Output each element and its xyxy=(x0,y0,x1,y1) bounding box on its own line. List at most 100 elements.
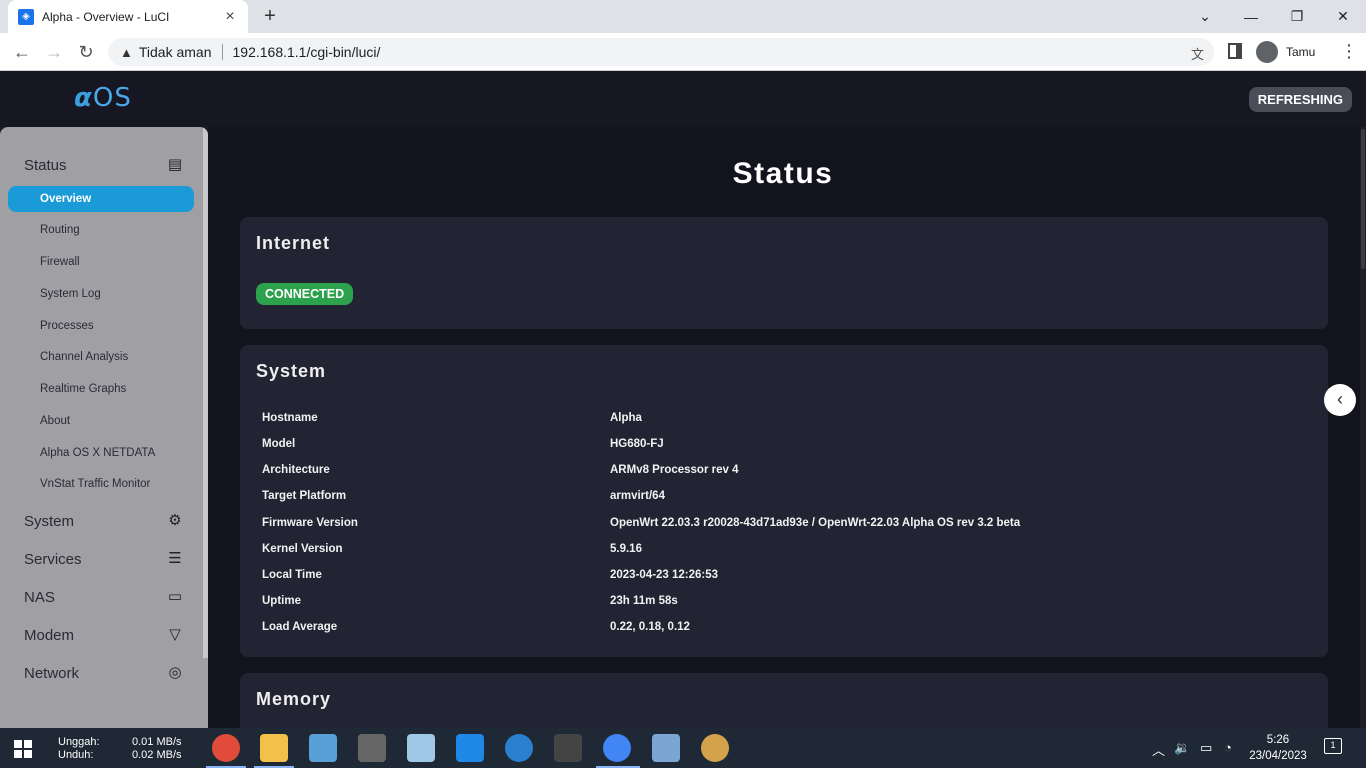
luci-favicon-icon: ◈ xyxy=(18,8,34,25)
browser-app-icon[interactable] xyxy=(505,734,533,762)
back-icon[interactable]: ← xyxy=(10,40,34,64)
wifi-icon[interactable]: ◔ xyxy=(1224,740,1232,755)
scroll-thumb[interactable] xyxy=(1361,129,1365,269)
minimize-button[interactable]: — xyxy=(1228,0,1274,33)
row-key: Target Platform xyxy=(262,490,347,502)
memory-heading: Memory xyxy=(256,689,332,709)
profile-button[interactable]: Tamu xyxy=(1256,41,1315,63)
section-label: Network xyxy=(24,664,80,682)
row-value: HG680-FJ xyxy=(610,438,664,450)
section-label: NAS xyxy=(24,588,55,606)
filter-icon: ▽ xyxy=(169,626,181,643)
sidebar-item-vnstat[interactable]: VnStat Traffic Monitor xyxy=(40,478,150,490)
address-bar[interactable]: ▲ Tidak aman 192.168.1.1/cgi-bin/luci/ 文 xyxy=(108,38,1214,66)
sidebar-item-about[interactable]: About xyxy=(40,415,70,427)
chip-app-icon[interactable] xyxy=(358,734,386,762)
sidebar-section-system[interactable]: System ⚙ xyxy=(24,509,184,533)
close-tab-icon[interactable]: × xyxy=(222,8,238,26)
security-label[interactable]: Tidak aman xyxy=(139,44,212,60)
chrome-icon[interactable] xyxy=(603,734,631,762)
logo-alpha: α xyxy=(74,83,93,113)
clock-date: 23/04/2023 xyxy=(1249,750,1307,762)
sidebar-item-processes[interactable]: Processes xyxy=(40,320,94,332)
section-label: Modem xyxy=(24,626,75,644)
sidebar-section-modem[interactable]: Modem ▽ xyxy=(24,623,184,647)
row-key: Kernel Version xyxy=(262,543,343,555)
menu-kebab-icon[interactable]: ⋮ xyxy=(1340,41,1358,62)
sidebar-item-system-log[interactable]: System Log xyxy=(40,288,101,300)
new-tab-button[interactable]: + xyxy=(258,5,282,29)
status-icon: ▤ xyxy=(167,156,183,173)
chevron-up-icon[interactable]: ︿ xyxy=(1152,740,1165,759)
browser-tab[interactable]: ◈ Alpha - Overview - LuCI × xyxy=(8,0,248,33)
logo-os: OS xyxy=(92,83,132,113)
profile-name: Tamu xyxy=(1286,45,1316,59)
row-key: Firmware Version xyxy=(262,517,358,529)
sidebar-item-overview[interactable]: Overview xyxy=(8,186,194,212)
tab-title: Alpha - Overview - LuCI xyxy=(42,9,170,24)
internet-card: Internet CONNECTED xyxy=(240,217,1328,329)
section-label: Services xyxy=(24,550,82,568)
url-text[interactable]: 192.168.1.1/cgi-bin/luci/ xyxy=(233,44,381,60)
sidebar-section-nas[interactable]: NAS ▭ xyxy=(24,585,184,609)
app-icon[interactable] xyxy=(309,734,337,762)
browser-toolbar: ← → ↻ ▲ Tidak aman 192.168.1.1/cgi-bin/l… xyxy=(0,33,1366,71)
main-scrollbar[interactable] xyxy=(1360,127,1366,728)
reload-icon[interactable]: ↻ xyxy=(74,40,98,64)
restore-button[interactable]: ❐ xyxy=(1274,0,1320,33)
system-heading: System xyxy=(256,361,327,381)
upload-label: Unggah: xyxy=(58,736,100,748)
row-value: 23h 11m 58s xyxy=(610,595,678,607)
sidebar-section-services[interactable]: Services ☰ xyxy=(24,547,184,571)
sidebar-item-routing[interactable]: Routing xyxy=(40,224,80,236)
omnibox-divider xyxy=(221,44,223,60)
sidebar-item-channel-analysis[interactable]: Channel Analysis xyxy=(40,351,128,363)
alpha-os-logo[interactable]: αOS xyxy=(74,83,132,113)
image-app-icon[interactable] xyxy=(554,734,582,762)
download-label: Unduh: xyxy=(58,749,94,761)
refreshing-badge[interactable]: REFRESHING xyxy=(1248,87,1352,112)
side-panel-icon[interactable] xyxy=(1228,43,1242,59)
row-key: Hostname xyxy=(262,412,318,424)
sidebar-item-netdata[interactable]: Alpha OS X NETDATA xyxy=(40,447,155,459)
row-value: 2023-04-23 12:26:53 xyxy=(610,569,719,581)
sidebar-item-firewall[interactable]: Firewall xyxy=(40,256,80,268)
row-key: Uptime xyxy=(262,595,301,607)
row-value: Alpha xyxy=(610,412,642,424)
close-window-button[interactable]: ✕ xyxy=(1320,0,1366,33)
sidebar-section-network[interactable]: Network ◎ xyxy=(24,661,184,685)
taskbar-clock[interactable]: 5:26 23/04/2023 xyxy=(1248,732,1308,764)
row-key: Model xyxy=(262,438,296,450)
vscode-icon[interactable] xyxy=(456,734,484,762)
forward-icon[interactable]: → xyxy=(42,40,66,64)
tab-search-icon[interactable]: ⌄ xyxy=(1182,0,1228,33)
row-value: OpenWrt 22.03.3 r20028-43d71ad93e / Open… xyxy=(610,517,1021,529)
warning-icon[interactable]: ▲ xyxy=(120,45,133,60)
sidebar-item-realtime-graphs[interactable]: Realtime Graphs xyxy=(40,383,126,395)
upload-value: 0.01 MB/s xyxy=(132,736,182,748)
app-icon[interactable] xyxy=(407,734,435,762)
folder-icon: ▭ xyxy=(167,588,183,605)
memory-card: Memory xyxy=(240,673,1328,728)
chevron-left-icon[interactable]: ‹ xyxy=(1324,384,1356,416)
file-explorer-icon[interactable] xyxy=(260,734,288,762)
row-value: 5.9.16 xyxy=(610,543,642,555)
sidebar-section-status[interactable]: Status ▤ xyxy=(24,153,184,177)
tools-app-icon[interactable] xyxy=(652,734,680,762)
clock-time: 5:26 xyxy=(1266,734,1290,746)
volume-icon[interactable]: 🔉 xyxy=(1174,740,1190,756)
chrome-profile-app-icon[interactable] xyxy=(212,734,240,762)
connection-status-badge: CONNECTED xyxy=(256,283,354,305)
translate-icon[interactable]: 文 xyxy=(1191,44,1204,63)
download-value: 0.02 MB/s xyxy=(132,749,182,761)
section-label: Status xyxy=(24,156,67,174)
browser-tab-strip: ◈ Alpha - Overview - LuCI × + ⌄ — ❐ ✕ xyxy=(0,0,1366,33)
row-value: armvirt/64 xyxy=(610,490,665,502)
windows-start-icon[interactable] xyxy=(14,740,32,758)
notification-icon[interactable]: 1 xyxy=(1324,738,1342,754)
page-title: Status xyxy=(732,157,834,190)
globe-icon: ◎ xyxy=(168,664,182,681)
battery-icon[interactable]: ▭ xyxy=(1200,740,1212,756)
paint-app-icon[interactable] xyxy=(701,734,729,762)
windows-taskbar: Unggah: Unduh: 0.01 MB/s 0.02 MB/s ︿ 🔉 ▭… xyxy=(0,728,1366,768)
